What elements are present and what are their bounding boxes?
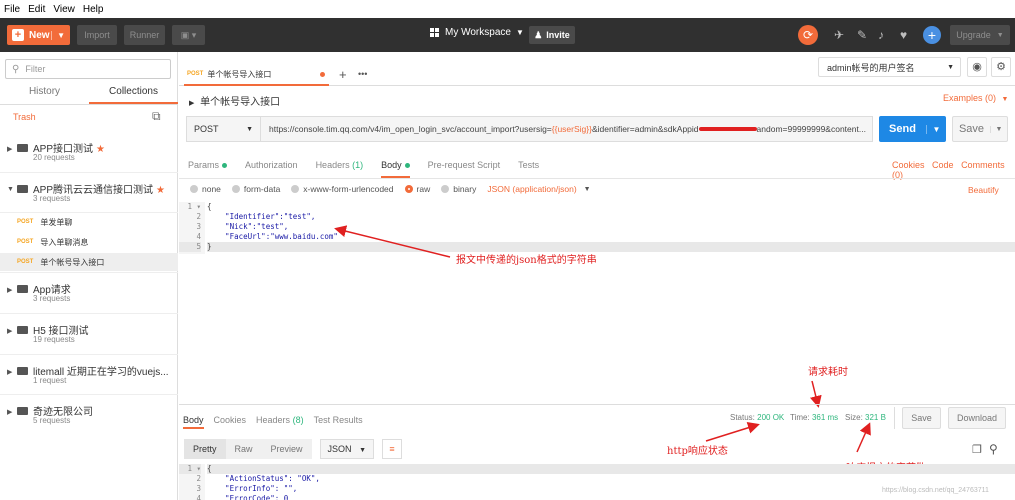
size-readout: Size: 321 B (845, 413, 886, 422)
line-number: 1 ▾ (179, 464, 201, 474)
annotation-request-time: 请求耗时 (808, 367, 848, 378)
status-readout: Status: 200 OK (730, 413, 784, 422)
size-value: 321 B (865, 413, 886, 422)
annotation-arrow (334, 225, 451, 258)
chevron-down-icon: ▼ (359, 447, 367, 454)
annotation-arrow (856, 422, 871, 453)
status-value: 200 OK (757, 413, 785, 422)
time-readout: Time: 361 ms (790, 413, 838, 422)
watermark: https://blog.csdn.net/qq_24763711 (882, 487, 989, 494)
line-number: 3 (196, 484, 201, 493)
line-gutter: 1 ▾ 2 3 4 (179, 464, 205, 500)
view-raw[interactable]: Raw (225, 439, 262, 459)
annotation-arrow (809, 380, 822, 408)
response-tab-headers-label: Headers (256, 415, 291, 425)
annotation-http-status: http响应状态 (667, 446, 728, 457)
line-number: 2 (196, 474, 201, 483)
response-tab-body[interactable]: Body (183, 415, 204, 429)
response-tab-tests[interactable]: Test Results (314, 415, 363, 429)
time-value: 361 ms (811, 413, 839, 422)
search-icon[interactable]: ⚲ (989, 442, 998, 456)
time-label: Time: (790, 413, 810, 422)
download-button[interactable]: Download (948, 407, 1006, 429)
size-label: Size: (845, 413, 863, 422)
code-line: { (207, 464, 1015, 474)
wrap-lines-icon[interactable]: ≡ (382, 439, 403, 459)
code-line: "ErrorCode": 0 (207, 494, 289, 500)
response-headers-count: (8) (292, 415, 304, 425)
response-view-options: Pretty Raw Preview JSON ▼ ≡ (184, 439, 403, 459)
format-select[interactable]: JSON ▼ (319, 439, 375, 459)
annotation-arrow (705, 421, 760, 442)
annotation-arrows (334, 225, 871, 453)
format-label: JSON (327, 444, 352, 454)
code-line: "ActionStatus": "OK", (207, 474, 320, 483)
response-body-viewer[interactable]: 1 ▾ 2 3 4 { "ActionStatus": "OK", "Error… (179, 464, 1015, 500)
response-tab-headers[interactable]: Headers (8) (256, 415, 304, 429)
status-label: Status: (730, 413, 755, 422)
save-response-button[interactable]: Save (902, 407, 941, 429)
divider (894, 407, 895, 429)
response-tab-cookies[interactable]: Cookies (214, 415, 247, 429)
divider (179, 404, 1015, 405)
view-preview[interactable]: Preview (261, 439, 312, 459)
view-pretty[interactable]: Pretty (184, 439, 226, 459)
code-lines: { "ActionStatus": "OK", "ErrorInfo": "",… (207, 464, 1015, 500)
copy-icon[interactable]: ❐ (972, 443, 982, 456)
line-number: 4 (196, 494, 201, 500)
annotation-json-string: 报文中传递的json格式的字符串 (456, 255, 597, 266)
response-tabs: Body Cookies Headers (8) Test Results (183, 415, 373, 429)
